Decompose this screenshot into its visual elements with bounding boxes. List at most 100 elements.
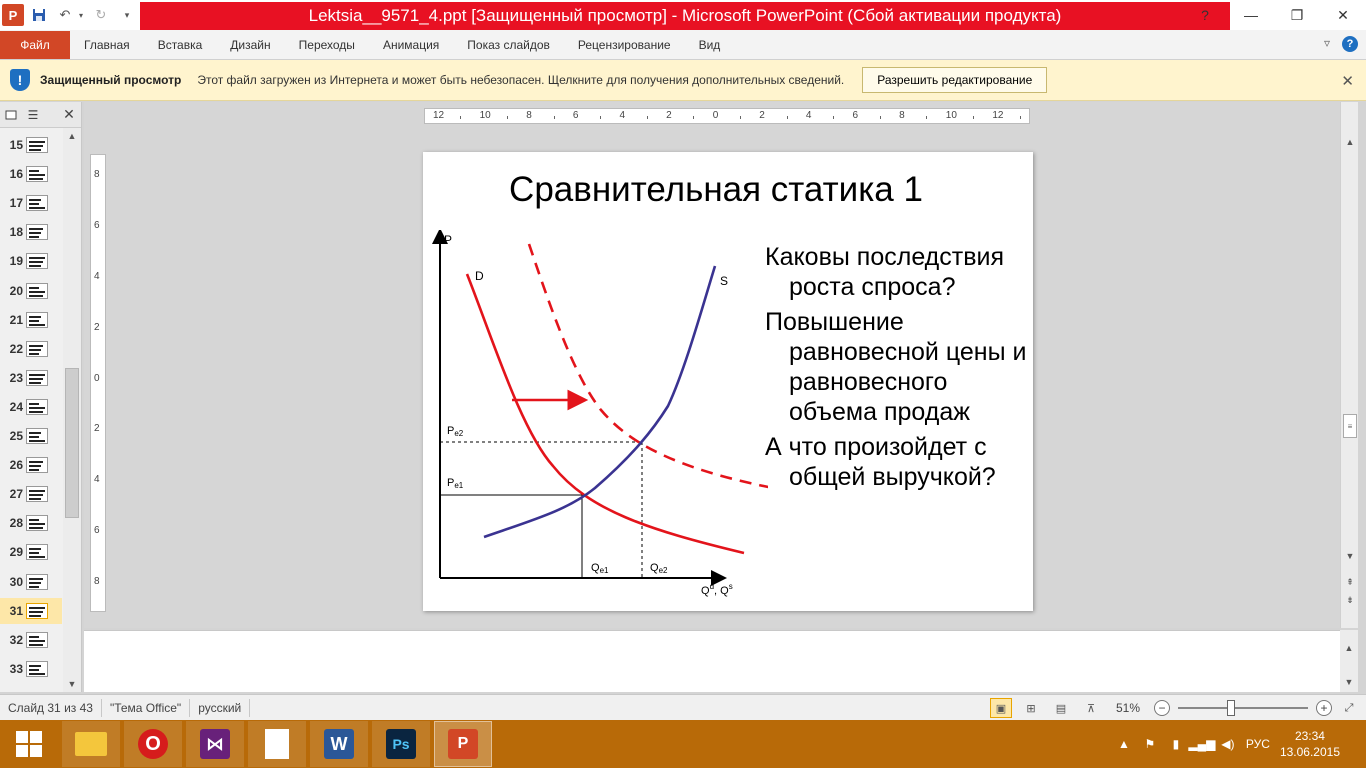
tab-insert[interactable]: Вставка: [144, 31, 217, 59]
slide-thumbnail[interactable]: 27: [0, 481, 62, 507]
slide-bullets[interactable]: Каковы последствия роста спроса? Повышен…: [765, 242, 1035, 497]
help-icon[interactable]: ?: [1182, 0, 1228, 30]
slides-pane-scrollbar[interactable]: ▲ ▼: [63, 128, 81, 692]
undo-icon[interactable]: ↶: [54, 4, 76, 26]
tab-transitions[interactable]: Переходы: [285, 31, 369, 59]
scroll-down-icon[interactable]: ▼: [63, 676, 81, 692]
scroll-thumb[interactable]: [65, 368, 79, 518]
slide-thumbnail[interactable]: 19: [0, 248, 62, 274]
scroll-thumb[interactable]: ≡: [1343, 414, 1357, 438]
slide-canvas[interactable]: Сравнительная статика 1 P D S Pe2 Pe1 Qe…: [423, 152, 1033, 611]
previous-slide-icon[interactable]: ⇞: [1341, 574, 1359, 590]
taskbar-file-explorer[interactable]: [62, 721, 120, 767]
clock-date: 13.06.2015: [1279, 745, 1340, 759]
horizontal-ruler: 12 10 8 6 4 2 0 2 4 6 8 10 12: [424, 108, 1030, 124]
customize-qat-icon[interactable]: ▾: [116, 4, 138, 26]
zoom-in-button[interactable]: +: [1316, 700, 1332, 716]
scroll-up-icon[interactable]: ▲: [1341, 134, 1359, 150]
slide-thumbnail[interactable]: 21: [0, 307, 62, 333]
fit-slide-icon[interactable]: ⤢: [1340, 699, 1358, 717]
zoom-out-button[interactable]: −: [1154, 700, 1170, 716]
input-language[interactable]: РУС: [1246, 737, 1270, 751]
clock[interactable]: 23:34 13.06.2015: [1280, 728, 1340, 760]
slide-thumbnail[interactable]: 29: [0, 539, 62, 565]
slide-thumbnail[interactable]: 28: [0, 510, 62, 536]
editor-scrollbar[interactable]: ▲ ≡ ▼ ⇞ ⇟: [1340, 102, 1358, 628]
power-icon[interactable]: ▮: [1168, 736, 1184, 752]
slide-thumbnail[interactable]: 30: [0, 569, 62, 595]
start-button[interactable]: [0, 720, 58, 768]
slide-thumbnail[interactable]: 16: [0, 161, 62, 187]
slide-thumbnail[interactable]: 31: [0, 597, 62, 624]
notes-pane[interactable]: [84, 630, 1340, 692]
slide-thumbnail[interactable]: 32: [0, 627, 62, 653]
action-center-flag-icon[interactable]: ⚑: [1142, 736, 1158, 752]
minimize-button[interactable]: —: [1228, 0, 1274, 30]
tab-slideshow[interactable]: Показ слайдов: [453, 31, 564, 59]
slide-thumbnail[interactable]: 22: [0, 336, 62, 362]
slide-thumbnail[interactable]: 23: [0, 365, 62, 391]
save-icon[interactable]: [28, 4, 50, 26]
powerpoint-app-icon[interactable]: P: [2, 4, 24, 26]
taskbar-powerpoint[interactable]: P: [434, 721, 492, 767]
next-slide-icon[interactable]: ⇟: [1341, 592, 1359, 608]
slides-tab-icon[interactable]: [0, 104, 22, 126]
slide-thumbnail[interactable]: 15: [0, 132, 62, 158]
slide-title[interactable]: Сравнительная статика 1: [423, 170, 1009, 210]
slide-thumbnail[interactable]: 24: [0, 394, 62, 420]
theme-name[interactable]: "Тема Office": [102, 698, 191, 717]
ribbon-help-icon[interactable]: ?: [1342, 36, 1358, 52]
slide-thumbnail[interactable]: 26: [0, 452, 62, 478]
language-indicator[interactable]: русский: [190, 698, 251, 717]
taskbar-visual-studio[interactable]: ⋈: [186, 721, 244, 767]
enable-editing-button[interactable]: Разрешить редактирование: [862, 67, 1048, 93]
scroll-down-icon[interactable]: ▼: [1341, 548, 1359, 564]
slide-preview: [26, 631, 48, 648]
notes-scrollbar[interactable]: ▲ ▼: [1340, 630, 1358, 692]
tab-animations[interactable]: Анимация: [369, 31, 453, 59]
tab-review[interactable]: Рецензирование: [564, 31, 685, 59]
protected-view-message[interactable]: Этот файл загружен из Интернета и может …: [197, 73, 844, 87]
taskbar-photoshop[interactable]: Ps: [372, 721, 430, 767]
tab-file[interactable]: Файл: [0, 31, 70, 59]
slide-thumbnail[interactable]: 25: [0, 423, 62, 449]
slide-preview: [26, 166, 48, 183]
taskbar-opera[interactable]: O: [124, 721, 182, 767]
redo-icon[interactable]: ↻: [90, 4, 112, 26]
show-hidden-icons-icon[interactable]: ▲: [1116, 736, 1132, 752]
supply-curve: [483, 265, 717, 539]
scroll-up-icon[interactable]: ▲: [63, 128, 81, 144]
zoom-slider-knob[interactable]: [1227, 700, 1236, 716]
tab-design[interactable]: Дизайн: [216, 31, 284, 59]
slide-number: 16: [9, 167, 23, 182]
qe2-label: Qe2: [650, 562, 668, 575]
slide-sorter-view-icon[interactable]: ⊞: [1020, 698, 1042, 718]
scroll-up-icon[interactable]: ▲: [1340, 640, 1358, 656]
outline-tab-icon[interactable]: ☰: [22, 104, 44, 126]
volume-icon[interactable]: ◀): [1220, 736, 1236, 752]
slide-thumbnail[interactable]: 18: [0, 219, 62, 245]
reading-view-icon[interactable]: ▤: [1050, 698, 1072, 718]
taskbar-word[interactable]: W: [310, 721, 368, 767]
tab-home[interactable]: Главная: [70, 31, 144, 59]
system-tray: ▲ ⚑ ▮ ▂▄▆ ◀) РУС 23:34 13.06.2015: [1116, 720, 1356, 768]
supply-demand-chart[interactable]: P D S Pe2 Pe1 Qe1 Qe2 Qd, Qs: [423, 230, 768, 606]
slide-thumbnail[interactable]: 33: [0, 656, 62, 682]
slideshow-view-icon[interactable]: ⊼: [1080, 698, 1102, 718]
close-message-bar-icon[interactable]: ✕: [1341, 72, 1354, 90]
network-icon[interactable]: ▂▄▆: [1188, 736, 1215, 752]
close-pane-icon[interactable]: ✕: [58, 104, 80, 126]
close-button[interactable]: ✕: [1320, 0, 1366, 30]
zoom-slider[interactable]: [1178, 700, 1308, 716]
tab-view[interactable]: Вид: [685, 31, 735, 59]
slide-thumbnail[interactable]: 17: [0, 190, 62, 216]
normal-view-icon[interactable]: ▣: [990, 698, 1012, 718]
undo-dropdown-icon[interactable]: ▾: [76, 4, 86, 26]
expand-ribbon-icon[interactable]: ▿: [1324, 36, 1330, 52]
scroll-down-icon[interactable]: ▼: [1340, 674, 1358, 690]
taskbar-document[interactable]: [248, 721, 306, 767]
slide-thumbnail[interactable]: 20: [0, 278, 62, 304]
maximize-button[interactable]: ❐: [1274, 0, 1320, 30]
slide-preview: [26, 137, 48, 153]
zoom-level[interactable]: 51%: [1110, 701, 1146, 715]
